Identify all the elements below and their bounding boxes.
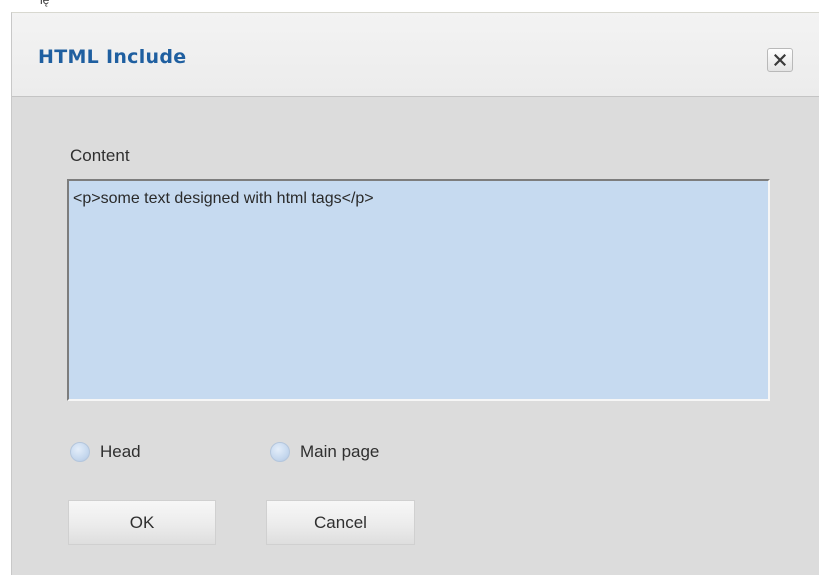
content-label: Content bbox=[70, 146, 130, 165]
radio-main-page[interactable]: Main page bbox=[270, 442, 379, 462]
dialog-title-bar: HTML Include bbox=[12, 13, 819, 97]
radio-main-page-label: Main page bbox=[300, 442, 380, 461]
radio-head-circle[interactable] bbox=[70, 442, 90, 462]
close-icon bbox=[774, 54, 786, 66]
ok-button[interactable]: OK bbox=[68, 500, 216, 545]
radio-head-label: Head bbox=[100, 442, 141, 461]
cancel-button[interactable]: Cancel bbox=[266, 500, 415, 545]
background-text: ię bbox=[40, 0, 50, 7]
dialog-title: HTML Include bbox=[38, 46, 187, 68]
background-strip: ię bbox=[0, 0, 819, 12]
html-include-dialog: HTML Include Content <p>some text design… bbox=[11, 12, 819, 575]
radio-main-page-circle[interactable] bbox=[270, 442, 290, 462]
radio-head[interactable]: Head bbox=[70, 442, 141, 462]
close-button[interactable] bbox=[767, 48, 793, 72]
content-textarea[interactable]: <p>some text designed with html tags</p> bbox=[67, 179, 770, 401]
